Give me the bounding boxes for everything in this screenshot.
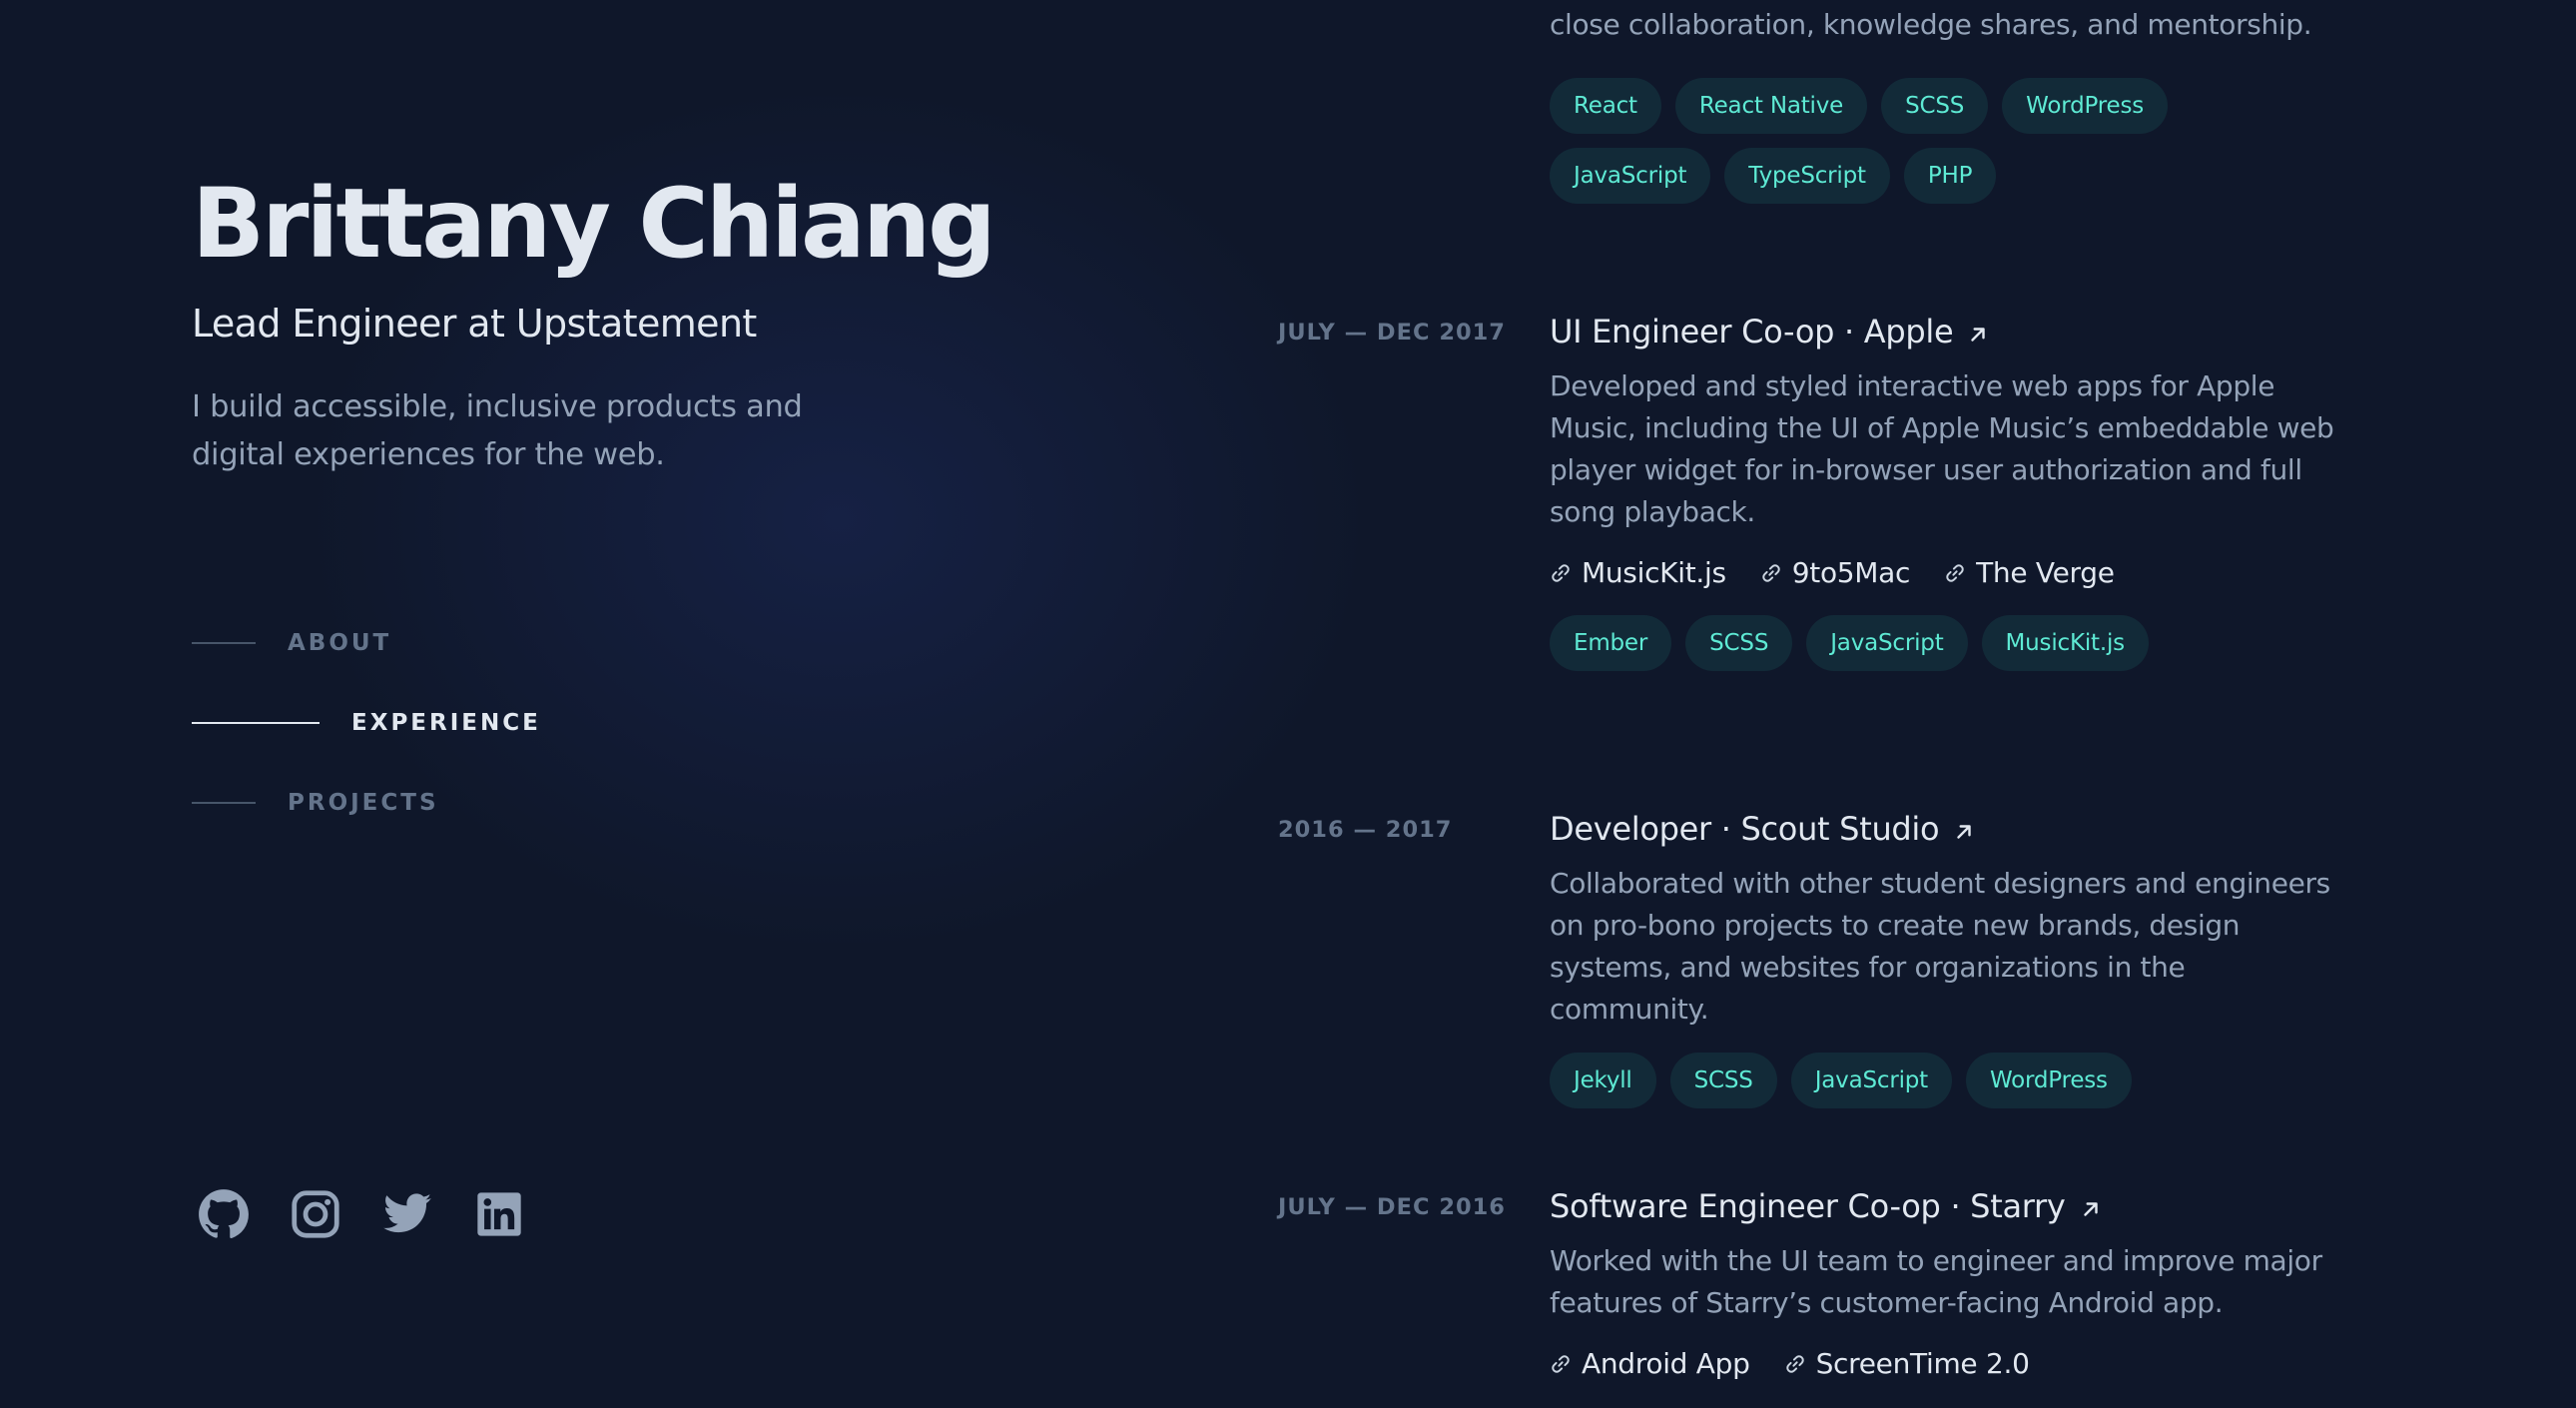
nav-item-experience[interactable]: EXPERIENCE	[192, 699, 541, 747]
related-link-label: MusicKit.js	[1582, 556, 1726, 589]
tech-tag: Ember	[1550, 615, 1672, 671]
experience-item: Software Engineer Co-op · Starry Worked …	[1550, 1184, 2338, 1384]
external-arrow-icon	[2080, 1198, 2102, 1220]
related-link[interactable]: Android App	[1550, 1344, 1750, 1384]
job-date: JULY — DEC 2016	[1278, 1194, 1506, 1220]
tech-tag: JavaScript	[1550, 148, 1711, 204]
related-links: MusicKit.js 9to5Mac The Verge	[1550, 553, 2338, 593]
tech-tag: SCSS	[1685, 615, 1793, 671]
tech-tag: TypeScript	[1724, 148, 1890, 204]
job-title: Software Engineer Co-op · Starry	[1550, 1184, 2338, 1228]
twitter-link[interactable]	[381, 1188, 433, 1240]
nav-indicator-line	[192, 642, 256, 644]
related-link[interactable]: MusicKit.js	[1550, 553, 1726, 593]
instagram-link[interactable]	[290, 1188, 341, 1240]
related-link[interactable]: The Verge	[1944, 553, 2115, 593]
tech-tag: React	[1550, 78, 1661, 134]
related-link-label: 9to5Mac	[1791, 556, 1911, 589]
link-icon	[1944, 562, 1966, 584]
job-title-text: Software Engineer Co-op · Starry	[1550, 1187, 2066, 1225]
job-description: Worked with the UI team to engineer and …	[1550, 1244, 2322, 1319]
job-description: Developed and styled interactive web app…	[1550, 369, 2334, 528]
related-link[interactable]: ScreenTime 2.0	[1784, 1344, 2030, 1384]
nav-indicator-line	[192, 802, 256, 804]
tech-tag: SCSS	[1669, 1053, 1777, 1108]
related-link[interactable]: 9to5Mac	[1760, 553, 1910, 593]
nav-item-label: EXPERIENCE	[351, 710, 541, 736]
tech-tag: WordPress	[2002, 78, 2169, 134]
job-title: Developer · Scout Studio	[1550, 807, 2338, 851]
link-icon	[1550, 1353, 1572, 1375]
instagram-icon	[292, 1190, 339, 1238]
twitter-icon	[383, 1193, 431, 1233]
job-description: Collaborated with other student designer…	[1550, 867, 2330, 1026]
tech-tag: SCSS	[1881, 78, 1989, 134]
tech-tag: React Native	[1674, 78, 1868, 134]
external-arrow-icon	[1967, 324, 1989, 346]
job-title-text: UI Engineer Co-op · Apple	[1550, 313, 1954, 351]
tech-tag-list: Jekyll SCSS JavaScript WordPress	[1550, 1053, 2338, 1108]
job-date: JULY — DEC 2017	[1278, 320, 1506, 346]
link-icon	[1760, 562, 1782, 584]
related-links: Android App ScreenTime 2.0	[1550, 1344, 2338, 1384]
job-title-link[interactable]: Software Engineer Co-op · Starry	[1550, 1184, 2102, 1228]
link-icon	[1784, 1353, 1806, 1375]
related-link-label: Android App	[1582, 1347, 1750, 1380]
tagline: I build accessible, inclusive products a…	[192, 389, 803, 472]
social-links	[198, 1188, 525, 1240]
nav-indicator-line	[192, 722, 320, 724]
job-title-text: Developer · Scout Studio	[1550, 810, 1940, 848]
tech-tag: JavaScript	[1806, 615, 1968, 671]
job-title: UI Engineer Co-op · Apple	[1550, 310, 2338, 353]
nav-item-label: ABOUT	[288, 630, 392, 656]
person-name: Brittany Chiang	[192, 168, 996, 280]
tech-tag: Jekyll	[1550, 1053, 1656, 1108]
tech-tag: MusicKit.js	[1981, 615, 2149, 671]
github-icon	[199, 1189, 249, 1238]
external-arrow-icon	[1953, 821, 1975, 843]
nav-item-about[interactable]: ABOUT	[192, 619, 391, 667]
github-link[interactable]	[198, 1188, 250, 1240]
experience-item: UI Engineer Co-op · Apple Developed and …	[1550, 310, 2338, 671]
linkedin-link[interactable]	[473, 1188, 525, 1240]
tech-tag: PHP	[1903, 148, 1997, 204]
related-link-label: The Verge	[1976, 556, 2115, 589]
job-title-link[interactable]: Developer · Scout Studio	[1550, 807, 1975, 851]
job-date: 2016 — 2017	[1278, 817, 1453, 843]
job-title-link[interactable]: UI Engineer Co-op · Apple	[1550, 310, 1989, 353]
job-description: close collaboration, knowledge shares, a…	[1550, 8, 2312, 41]
link-icon	[1550, 562, 1572, 584]
related-link-label: ScreenTime 2.0	[1815, 1347, 2030, 1380]
nav-item-label: PROJECTS	[288, 790, 439, 816]
person-role: Lead Engineer at Upstatement	[192, 302, 757, 346]
tech-tag: WordPress	[1965, 1053, 2132, 1108]
nav-item-projects[interactable]: PROJECTS	[192, 779, 439, 827]
tech-tag-list: React React Native SCSS WordPress JavaSc…	[1550, 78, 2338, 204]
tech-tag: JavaScript	[1790, 1053, 1952, 1108]
portfolio-page: Brittany Chiang Lead Engineer at Upstate…	[0, 0, 2576, 1408]
linkedin-icon	[477, 1192, 521, 1236]
experience-item: Developer · Scout Studio Collaborated wi…	[1550, 807, 2338, 1108]
tech-tag-list: Ember SCSS JavaScript MusicKit.js	[1550, 615, 2338, 671]
